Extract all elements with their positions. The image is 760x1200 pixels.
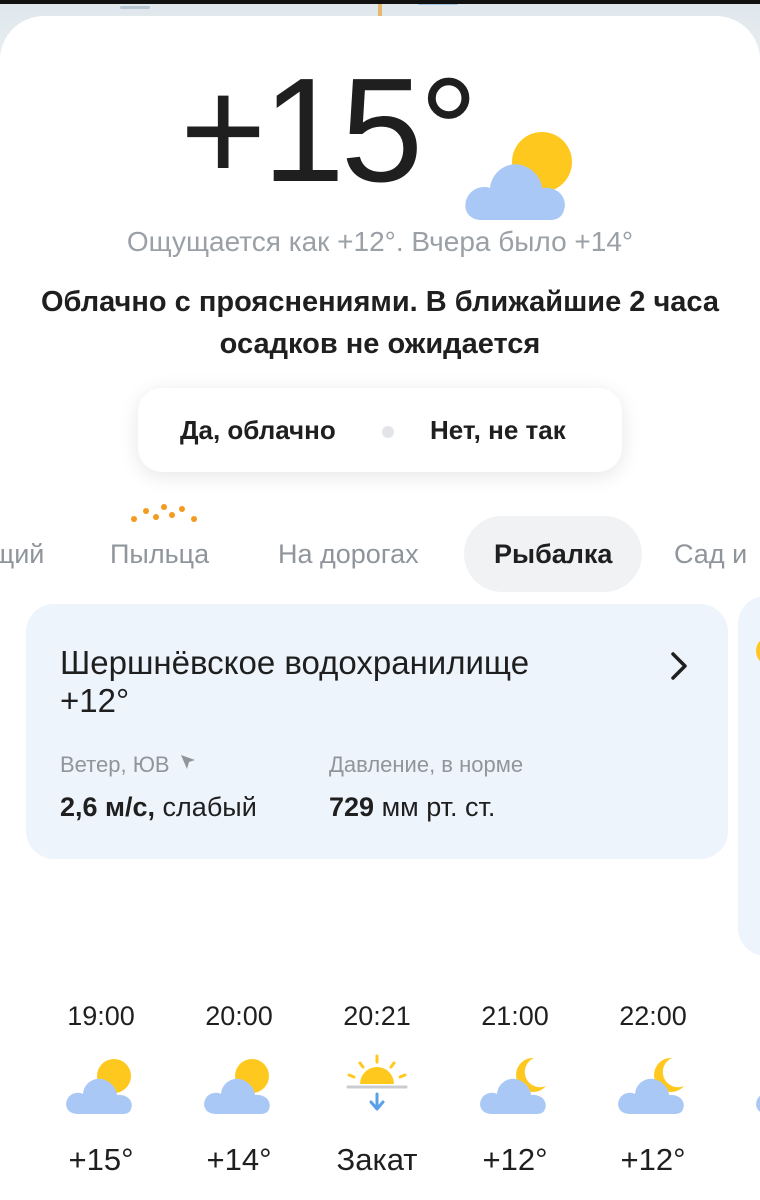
weather-summary: Облачно с прояснениями. В ближайшие 2 ча… bbox=[40, 286, 720, 360]
fishing-card[interactable]: Шершнёвское водохранилище +12° Ветер, ЮВ… bbox=[26, 604, 728, 859]
partly-cloudy-day-icon bbox=[465, 132, 572, 220]
wind-value: 2,6 м/с, слабый bbox=[60, 792, 257, 823]
tab-fishing[interactable]: Рыбалка bbox=[464, 516, 643, 592]
partly-cloudy-night-icon bbox=[618, 1057, 684, 1114]
sunset-label: Закат bbox=[336, 1142, 418, 1177]
fishing-place-name: Шершнёвское водохранилище bbox=[60, 644, 530, 681]
pressure-unit: мм рт. ст. bbox=[381, 792, 496, 822]
hour-time: 20:00 bbox=[205, 1001, 273, 1031]
hour-time: 21:00 bbox=[481, 1001, 549, 1031]
sunset-icon bbox=[346, 1054, 408, 1111]
hour-temperature: +12° bbox=[482, 1142, 548, 1177]
hour-time: 2 bbox=[736, 996, 760, 1036]
tab-pollen[interactable]: Пыльца bbox=[110, 516, 209, 592]
current-temperature: +15° bbox=[180, 48, 478, 213]
hourly-item[interactable]: 19:00 +15° bbox=[46, 996, 156, 1180]
tab-partial-left[interactable]: щий bbox=[0, 516, 44, 592]
partly-cloudy-day-icon bbox=[204, 1059, 270, 1114]
forecast-feedback: Да, облачно Нет, не так bbox=[138, 388, 622, 472]
pressure-number: 729 bbox=[329, 792, 375, 822]
hourly-item[interactable]: 20:21 Закат bbox=[322, 996, 432, 1180]
partly-cloudy-day-icon bbox=[66, 1059, 132, 1114]
fishing-card-title: Шершнёвское водохранилище +12° bbox=[60, 644, 650, 720]
current-temperature-block: +15° bbox=[0, 48, 760, 220]
hourly-item[interactable]: 21:00 +12° bbox=[460, 996, 570, 1180]
hourly-item-partial[interactable]: 2 + bbox=[736, 996, 760, 1180]
hour-time: 19:00 bbox=[67, 1001, 135, 1031]
hour-temperature: +12° bbox=[620, 1142, 686, 1177]
hour-temperature: + bbox=[736, 1140, 760, 1180]
hour-temperature: +14° bbox=[206, 1142, 272, 1177]
hour-time: 20:21 bbox=[343, 1001, 411, 1031]
hour-temperature: +15° bbox=[68, 1142, 134, 1177]
feels-like-text: Ощущается как +12°. Вчера было +14° bbox=[126, 226, 634, 257]
hourly-item[interactable]: 20:00 +14° bbox=[184, 996, 294, 1180]
feedback-no-button[interactable]: Нет, не так bbox=[430, 388, 566, 472]
tab-garden[interactable]: Сад и bbox=[674, 516, 747, 592]
fishing-water-temperature: +12° bbox=[60, 682, 130, 719]
pressure-label: Давление, в норме bbox=[329, 752, 524, 777]
wind-direction-icon bbox=[180, 755, 195, 769]
tab-roads[interactable]: На дорогах bbox=[278, 516, 419, 592]
feedback-yes-button[interactable]: Да, облачно bbox=[180, 388, 336, 472]
map-road bbox=[120, 6, 150, 9]
partly-cloudy-night-icon bbox=[756, 1095, 760, 1112]
partly-cloudy-night-icon bbox=[480, 1057, 546, 1114]
layers-tabs: щий Пыльца На дорогах Рыбалка Сад и bbox=[0, 516, 760, 592]
chevron-right-icon[interactable] bbox=[668, 650, 690, 682]
status-bar bbox=[0, 0, 760, 4]
hour-time: 22:00 bbox=[619, 1001, 687, 1031]
pressure-value: 729 мм рт. ст. bbox=[329, 792, 495, 823]
wind-label: Ветер, ЮВ bbox=[60, 752, 196, 778]
wind-description: слабый bbox=[162, 792, 257, 822]
hourly-item[interactable]: 22:00 +12° bbox=[598, 996, 708, 1180]
wind-speed: 2,6 м/с, bbox=[60, 792, 156, 822]
weather-sheet: +15° Ощущается как +12°. Вчера было +14°… bbox=[0, 16, 760, 1200]
separator-dot bbox=[382, 426, 394, 438]
